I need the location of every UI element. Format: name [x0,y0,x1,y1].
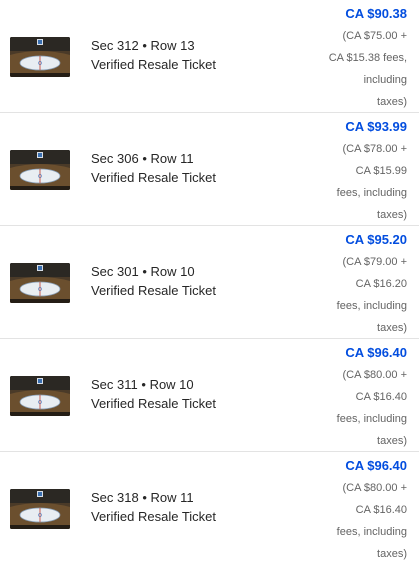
ticket-listing-list: Sec 312 • Row 13 Verified Resale Ticket … [0,0,419,560]
price-breakdown-line: fees, including [336,300,407,312]
total-price: CA $95.20 [345,232,407,247]
price-breakdown-line: CA $15.38 fees, [328,52,407,64]
price-breakdown-line: taxes) [377,209,407,221]
arena-view-image [10,376,70,416]
seat-location: Sec 318 • Row 11 [91,490,194,505]
price-breakdown-line: CA $16.40 [355,391,407,403]
price-breakdown-line: fees, including [336,413,407,425]
price-block: CA $95.20 (CA $79.00 + CA $16.20 fees, i… [297,229,407,339]
listing-row[interactable]: Sec 306 • Row 11 Verified Resale Ticket … [0,113,419,226]
price-breakdown-line: (CA $80.00 + [342,482,407,494]
price-block: CA $90.38 (CA $75.00 + CA $15.38 fees, i… [297,3,407,113]
price-breakdown-line: (CA $79.00 + [342,256,407,268]
row-label: Row 11 [150,151,194,166]
section-label: Sec 311 [91,377,138,392]
price-breakdown-line: (CA $78.00 + [342,143,407,155]
price-breakdown-line: CA $16.40 [355,504,407,516]
price-breakdown-line: CA $15.99 [355,165,407,177]
price-breakdown-line: taxes) [377,322,407,334]
seat-view-thumbnail [10,489,70,529]
arena-view-image [10,37,70,77]
arena-view-image [10,263,70,303]
section-label: Sec 318 [91,490,139,505]
total-price: CA $93.99 [345,119,407,134]
separator-dot: • [142,151,147,166]
section-label: Sec 301 [91,264,139,279]
row-label: Row 13 [150,38,195,53]
seat-view-thumbnail [10,37,70,77]
section-label: Sec 312 [91,38,139,53]
price-breakdown-line: fees, including [336,187,407,199]
ticket-type-label: Verified Resale Ticket [91,396,217,411]
price-block: CA $93.99 (CA $78.00 + CA $15.99 fees, i… [297,116,407,226]
ticket-type-label: Verified Resale Ticket [91,57,217,72]
seat-view-thumbnail [10,376,70,416]
price-breakdown-line: taxes) [377,548,407,560]
listing-row[interactable]: Sec 311 • Row 10 Verified Resale Ticket … [0,339,419,452]
separator-dot: • [142,264,147,279]
ticket-type-label: Verified Resale Ticket [91,509,217,524]
seat-view-thumbnail [10,263,70,303]
arena-view-image [10,150,70,190]
seat-location: Sec 301 • Row 10 [91,264,195,279]
ticket-type-label: Verified Resale Ticket [91,283,217,298]
listing-row[interactable]: Sec 318 • Row 11 Verified Resale Ticket … [0,452,419,560]
price-breakdown-line: fees, including [336,526,407,538]
price-breakdown-line: taxes) [377,96,407,108]
row-label: Row 10 [149,377,194,392]
listing-row[interactable]: Sec 312 • Row 13 Verified Resale Ticket … [0,0,419,113]
seat-location: Sec 311 • Row 10 [91,377,194,392]
price-breakdown-line: CA $16.20 [355,278,407,290]
ticket-type-label: Verified Resale Ticket [91,170,217,185]
price-breakdown-line: taxes) [377,435,407,447]
listing-row[interactable]: Sec 301 • Row 10 Verified Resale Ticket … [0,226,419,339]
seat-location: Sec 306 • Row 11 [91,151,194,166]
separator-dot: • [141,377,146,392]
separator-dot: • [142,490,147,505]
total-price: CA $96.40 [345,345,407,360]
price-block: CA $96.40 (CA $80.00 + CA $16.40 fees, i… [297,342,407,452]
row-label: Row 11 [150,490,194,505]
seat-location: Sec 312 • Row 13 [91,38,195,53]
separator-dot: • [142,38,147,53]
arena-view-image [10,489,70,529]
total-price: CA $96.40 [345,458,407,473]
price-breakdown-line: (CA $80.00 + [342,369,407,381]
row-label: Row 10 [150,264,195,279]
section-label: Sec 306 [91,151,139,166]
total-price: CA $90.38 [345,6,407,21]
price-breakdown-line: including [363,74,407,86]
price-block: CA $96.40 (CA $80.00 + CA $16.40 fees, i… [297,455,407,565]
price-breakdown-line: (CA $75.00 + [342,30,407,42]
seat-view-thumbnail [10,150,70,190]
